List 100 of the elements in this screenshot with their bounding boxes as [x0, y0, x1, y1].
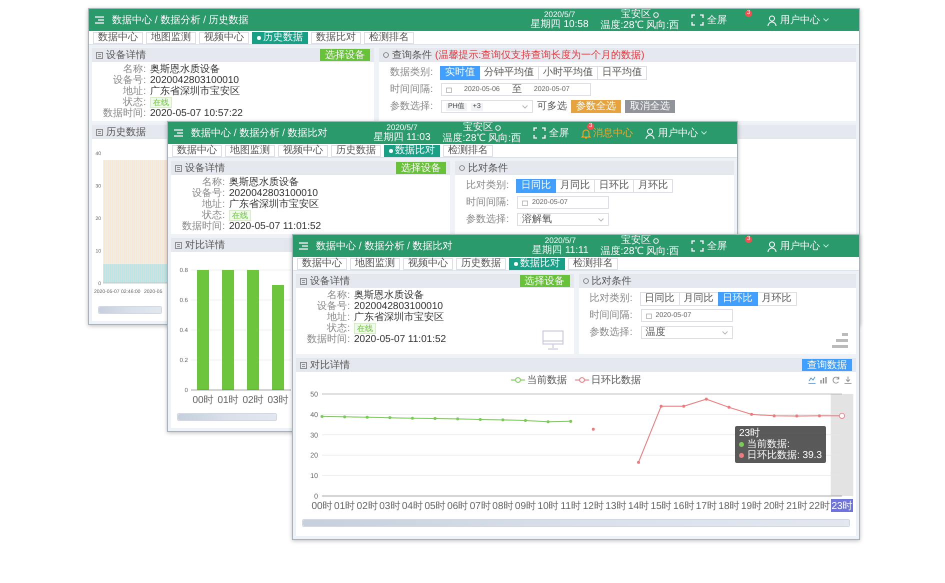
tab[interactable]: 数据比对	[311, 32, 361, 44]
data-point	[750, 412, 754, 416]
axis-label: 06时	[447, 501, 468, 512]
tab[interactable]: 数据中心	[93, 32, 143, 44]
segment-option[interactable]: 分钟平均值	[479, 66, 539, 80]
segment-option[interactable]: 日同比	[640, 292, 680, 306]
tab[interactable]: 地图监测	[350, 258, 400, 270]
bar-chart-icon[interactable]	[820, 376, 828, 384]
user-menu-button[interactable]: 用户中心	[767, 14, 829, 26]
user-menu-button[interactable]: 用户中心	[645, 128, 707, 138]
parameter-select[interactable]: 溶解氧	[517, 213, 609, 226]
caret-icon	[522, 104, 528, 108]
calendar-icon	[522, 200, 528, 206]
fullscreen-icon	[533, 127, 546, 139]
data-point	[772, 414, 776, 418]
caret-icon	[823, 18, 829, 22]
segment-option[interactable]: 月环比	[756, 292, 796, 306]
segment-option[interactable]: 小时平均值	[538, 66, 598, 80]
user-menu-button[interactable]: 用户中心	[767, 240, 829, 252]
data-point	[501, 418, 504, 422]
field-label: 参数选择:	[389, 101, 434, 112]
field-value: 2020042803100010	[354, 301, 443, 312]
tab[interactable]: 检测排名	[443, 144, 493, 156]
field-value: 2020-05-07 11:01:52	[229, 221, 322, 232]
axis-label: 05时	[424, 501, 446, 512]
legend-label[interactable]: 日环比数据	[591, 374, 641, 386]
axis-label: 11时	[560, 501, 581, 512]
tab[interactable]: 历史数据	[456, 258, 506, 270]
weather-text: 温度:28℃ 风向:西	[600, 246, 679, 257]
download-icon[interactable]	[844, 376, 852, 384]
field-label: 名称:	[326, 290, 351, 301]
field-label: 时间间隔:	[588, 310, 634, 321]
refresh-icon[interactable]	[832, 376, 840, 384]
segment-option[interactable]: 日环比	[594, 178, 634, 192]
legend-icon[interactable]	[511, 377, 525, 383]
axis-label: 01时	[217, 395, 239, 406]
field-label: 地址:	[326, 312, 351, 323]
data-point	[343, 415, 346, 418]
data-point	[366, 416, 369, 419]
hint-text: 可多选	[537, 101, 567, 112]
tab[interactable]: 检测排名	[568, 258, 618, 270]
tab[interactable]: 视频中心	[199, 32, 249, 44]
tab[interactable]: 地图监测	[146, 32, 196, 44]
tab[interactable]: 数据中心	[172, 144, 222, 156]
tab[interactable]: 数据中心	[297, 258, 347, 270]
field-label: 时间间隔:	[465, 197, 510, 208]
date-text: 2020/5/7	[544, 10, 576, 19]
field-label: 比对类别:	[588, 293, 634, 304]
axis-label: 14时	[628, 501, 650, 512]
panel-title: 查询条件	[392, 50, 432, 60]
status-tag: 在线	[354, 323, 376, 334]
select-value: 溶解氧	[522, 214, 552, 225]
field-label: 名称:	[122, 64, 147, 75]
tab[interactable]: 视频中心	[278, 144, 328, 156]
panel-title: 设备详情	[106, 50, 146, 60]
axis-label: 01时	[334, 501, 356, 512]
segment-option[interactable]: 日平均值	[597, 66, 647, 80]
fullscreen-button[interactable]: 全屏	[533, 127, 569, 139]
tab[interactable]: 视频中心	[403, 258, 453, 270]
fullscreen-button[interactable]: 全屏	[691, 240, 727, 252]
panel-title: 对比详情	[185, 240, 225, 250]
axis-label: 00时	[311, 501, 333, 512]
panel-icon	[175, 242, 182, 248]
field-label: 设备号:	[316, 301, 351, 312]
segment-option[interactable]: 月环比	[633, 178, 673, 192]
field-value: 广东省深圳市宝安区	[354, 312, 444, 323]
legend-label[interactable]: 当前数据	[527, 374, 567, 386]
panel-icon	[175, 164, 182, 172]
parameter-select[interactable]: 温度	[640, 326, 732, 339]
data-point	[569, 420, 572, 423]
weekday-time: 星期四 11:03	[373, 132, 431, 143]
data-point	[434, 416, 437, 420]
field-label: 数据类别:	[389, 67, 434, 78]
field-label: 时间间隔:	[389, 84, 434, 95]
tab[interactable]: 检测排名	[364, 32, 414, 44]
caret-icon	[722, 330, 728, 334]
select-value: 温度	[646, 327, 666, 338]
axis-label: 18时	[718, 501, 740, 512]
segment-option[interactable]: 月同比	[678, 292, 718, 306]
fullscreen-button[interactable]: 全屏	[691, 14, 727, 26]
field-value: 2020-05-07 11:01:52	[354, 334, 446, 345]
line-chart-icon[interactable]	[808, 376, 816, 384]
data-point	[795, 414, 798, 418]
menu-icon[interactable]	[95, 16, 104, 24]
notice-text: (温馨提示:查询仅支持查询长度为一个月的数据)	[435, 50, 644, 60]
menu-icon[interactable]	[299, 242, 308, 250]
axis-label: 17时	[696, 501, 717, 512]
axis-label: 22时	[808, 501, 830, 512]
tab[interactable]: 历史数据	[331, 144, 381, 156]
panel-title: 设备详情	[185, 162, 225, 174]
axis-label: 19时	[741, 501, 762, 512]
series-dot	[738, 453, 744, 458]
tooltip-title: 23时	[738, 428, 762, 439]
legend-icon[interactable]	[575, 377, 589, 383]
tab[interactable]: 地图监测	[225, 144, 275, 156]
field-value: 奥斯恩水质设备	[229, 177, 299, 188]
segment-option[interactable]: 月同比	[555, 178, 595, 192]
menu-icon[interactable]	[174, 129, 183, 137]
bell-icon[interactable]	[581, 128, 591, 138]
data-point	[478, 418, 482, 421]
